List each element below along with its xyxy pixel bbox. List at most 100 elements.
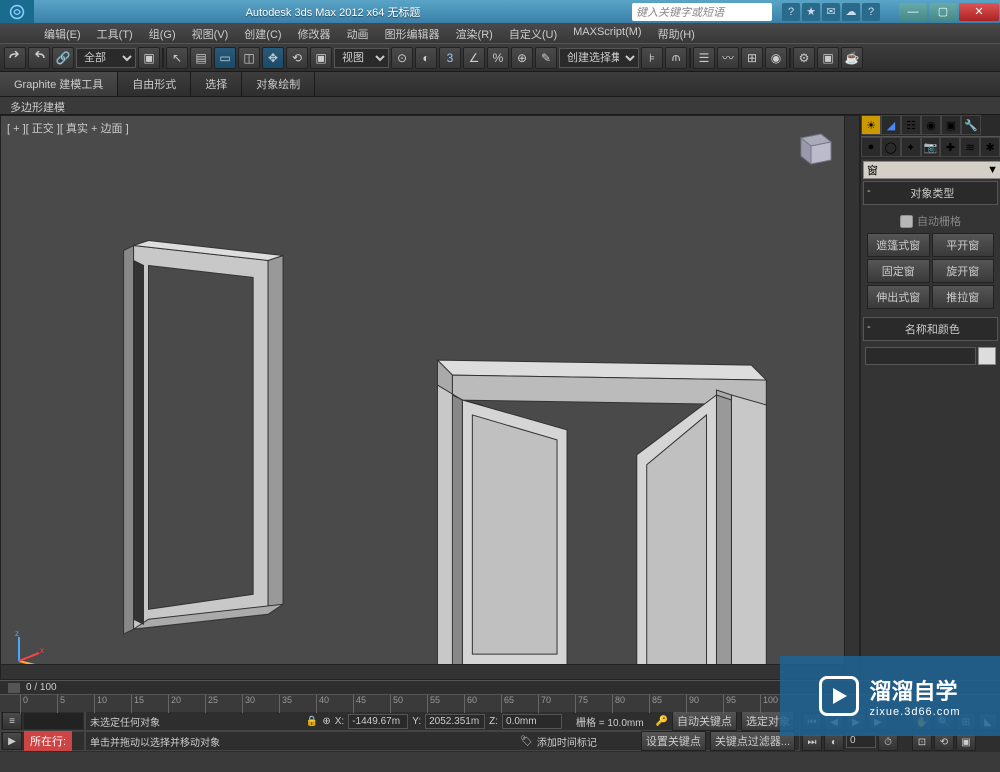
named-selection-sets[interactable]: 创建选择集 <box>559 48 639 68</box>
add-timetag[interactable]: 添加时间标记 <box>537 734 597 749</box>
mini-listener[interactable] <box>24 713 83 729</box>
motion-tab-icon[interactable]: ◉ <box>921 115 941 135</box>
move-button[interactable]: ✥ <box>262 47 284 69</box>
cloud-icon[interactable]: ☁ <box>842 3 860 21</box>
systems-icon[interactable]: ✱ <box>980 137 1000 157</box>
select-button[interactable]: ▣ <box>138 47 160 69</box>
y-coord[interactable]: 2052.351m <box>425 714 485 729</box>
menu-group[interactable]: 组(G) <box>141 23 184 43</box>
layers-button[interactable]: ☰ <box>693 47 715 69</box>
select-region-button[interactable]: ▭ <box>214 47 236 69</box>
tab-graphite[interactable]: Graphite 建模工具 <box>0 72 118 96</box>
edit-named-sel-button[interactable]: ✎ <box>535 47 557 69</box>
snap-button[interactable]: 3 <box>439 47 461 69</box>
btn-sliding[interactable]: 推拉窗 <box>932 285 995 309</box>
utilities-tab-icon[interactable]: 🔧 <box>961 115 981 135</box>
modify-tab-icon[interactable]: ◢ <box>881 115 901 135</box>
spacewarps-icon[interactable]: ≋ <box>960 137 980 157</box>
ref-coord-system[interactable]: 视图 <box>334 48 389 68</box>
render-frame-button[interactable]: ▣ <box>817 47 839 69</box>
align-button[interactable]: ⫙ <box>665 47 687 69</box>
rollout-objecttype[interactable]: -对象类型 <box>863 181 998 205</box>
tab-objectpaint[interactable]: 对象绘制 <box>242 72 315 96</box>
display-tab-icon[interactable]: ▣ <box>941 115 961 135</box>
object-name-field[interactable] <box>865 347 976 365</box>
autogrid-checkbox[interactable]: 自动栅格 <box>865 211 996 231</box>
rotate-button[interactable]: ⟲ <box>286 47 308 69</box>
object-color-swatch[interactable] <box>978 347 996 365</box>
menu-animation[interactable]: 动画 <box>339 23 377 43</box>
select-object-button[interactable]: ↖ <box>166 47 188 69</box>
window-crossing-button[interactable]: ◫ <box>238 47 260 69</box>
viewport[interactable]: [ + ][ 正交 ][ 真实 + 边面 ] <box>0 115 860 680</box>
menu-edit[interactable]: 编辑(E) <box>36 23 89 43</box>
helpers-icon[interactable]: ✚ <box>940 137 960 157</box>
prompt-icon[interactable]: ▶ <box>2 732 22 750</box>
rollout-namecolor[interactable]: -名称和颜色 <box>863 317 998 341</box>
percent-snap-button[interactable]: % <box>487 47 509 69</box>
render-setup-button[interactable]: ⚙ <box>793 47 815 69</box>
info-icon[interactable]: ★ <box>802 3 820 21</box>
menu-tools[interactable]: 工具(T) <box>89 23 141 43</box>
maxscript-mini-button[interactable]: ≡ <box>2 712 22 730</box>
comm-icon[interactable]: ✉ <box>822 3 840 21</box>
selection-filter[interactable]: 全部 <box>76 48 136 68</box>
menu-rendering[interactable]: 渲染(R) <box>448 23 501 43</box>
manip-button[interactable]: ◐ <box>415 47 437 69</box>
coord-icon[interactable]: ⊕ <box>322 716 330 727</box>
cameras-icon[interactable]: 📷 <box>921 137 941 157</box>
btn-casement[interactable]: 平开窗 <box>932 233 995 257</box>
viewport-scroll-v[interactable] <box>844 116 859 679</box>
key-icon[interactable]: 🔑 <box>656 716 668 727</box>
autokey-button[interactable]: 自动关键点 <box>672 711 737 731</box>
material-editor-button[interactable]: ◉ <box>765 47 787 69</box>
redo-button[interactable] <box>28 47 50 69</box>
menu-views[interactable]: 视图(V) <box>184 23 237 43</box>
btn-pivoted[interactable]: 旋开窗 <box>932 259 995 283</box>
curve-editor-button[interactable]: 〰 <box>717 47 739 69</box>
timetag-icon[interactable]: 🏷 <box>520 736 533 747</box>
lock-icon[interactable]: 🔒 <box>306 716 318 727</box>
menu-modifiers[interactable]: 修改器 <box>290 23 339 43</box>
create-tab-icon[interactable]: ☀ <box>861 115 881 135</box>
ribbon-sub[interactable]: 多边形建模 <box>0 97 1000 115</box>
maximize-button[interactable]: ▢ <box>929 3 957 21</box>
search-input[interactable]: 键入关键字或短语 <box>632 3 772 21</box>
undo-button[interactable] <box>4 47 26 69</box>
help-icon[interactable]: ? <box>782 3 800 21</box>
hierarchy-tab-icon[interactable]: ☷ <box>901 115 921 135</box>
time-slider-handle[interactable] <box>8 683 20 693</box>
menu-customize[interactable]: 自定义(U) <box>501 23 565 43</box>
close-button[interactable]: ✕ <box>959 3 999 21</box>
z-coord[interactable]: 0.0mm <box>502 714 562 729</box>
location-button[interactable]: 所在行: <box>24 731 72 751</box>
btn-projected[interactable]: 伸出式窗 <box>867 285 930 309</box>
menu-help[interactable]: 帮助(H) <box>650 23 703 43</box>
x-coord[interactable]: -1449.67m <box>348 714 408 729</box>
tab-freeform[interactable]: 自由形式 <box>118 72 191 96</box>
btn-awning[interactable]: 遮篷式窗 <box>867 233 930 257</box>
app-logo[interactable] <box>0 0 34 23</box>
shapes-icon[interactable]: ◯ <box>881 137 901 157</box>
schematic-button[interactable]: ⊞ <box>741 47 763 69</box>
tab-selection[interactable]: 选择 <box>191 72 242 96</box>
btn-fixed[interactable]: 固定窗 <box>867 259 930 283</box>
geometry-icon[interactable]: ● <box>861 137 881 157</box>
select-name-button[interactable]: ▤ <box>190 47 212 69</box>
render-button[interactable]: ☕ <box>841 47 863 69</box>
spinner-snap-button[interactable]: ⊕ <box>511 47 533 69</box>
menu-grapheditors[interactable]: 图形编辑器 <box>377 23 448 43</box>
menu-create[interactable]: 创建(C) <box>236 23 289 43</box>
viewport-scroll-h[interactable] <box>1 664 844 679</box>
more-icon[interactable]: ? <box>862 3 880 21</box>
menu-maxscript[interactable]: MAXScript(M) <box>565 23 649 43</box>
lights-icon[interactable]: ✦ <box>901 137 921 157</box>
angle-snap-button[interactable]: ∠ <box>463 47 485 69</box>
category-dropdown[interactable]: 窗▼ <box>863 161 1000 179</box>
mirror-button[interactable]: ⊧ <box>641 47 663 69</box>
scale-button[interactable]: ▣ <box>310 47 332 69</box>
link-button[interactable]: 🔗 <box>52 47 74 69</box>
pivot-button[interactable]: ⊙ <box>391 47 413 69</box>
minimize-button[interactable]: — <box>899 3 927 21</box>
setkey-button[interactable]: 设置关键点 <box>641 731 706 751</box>
